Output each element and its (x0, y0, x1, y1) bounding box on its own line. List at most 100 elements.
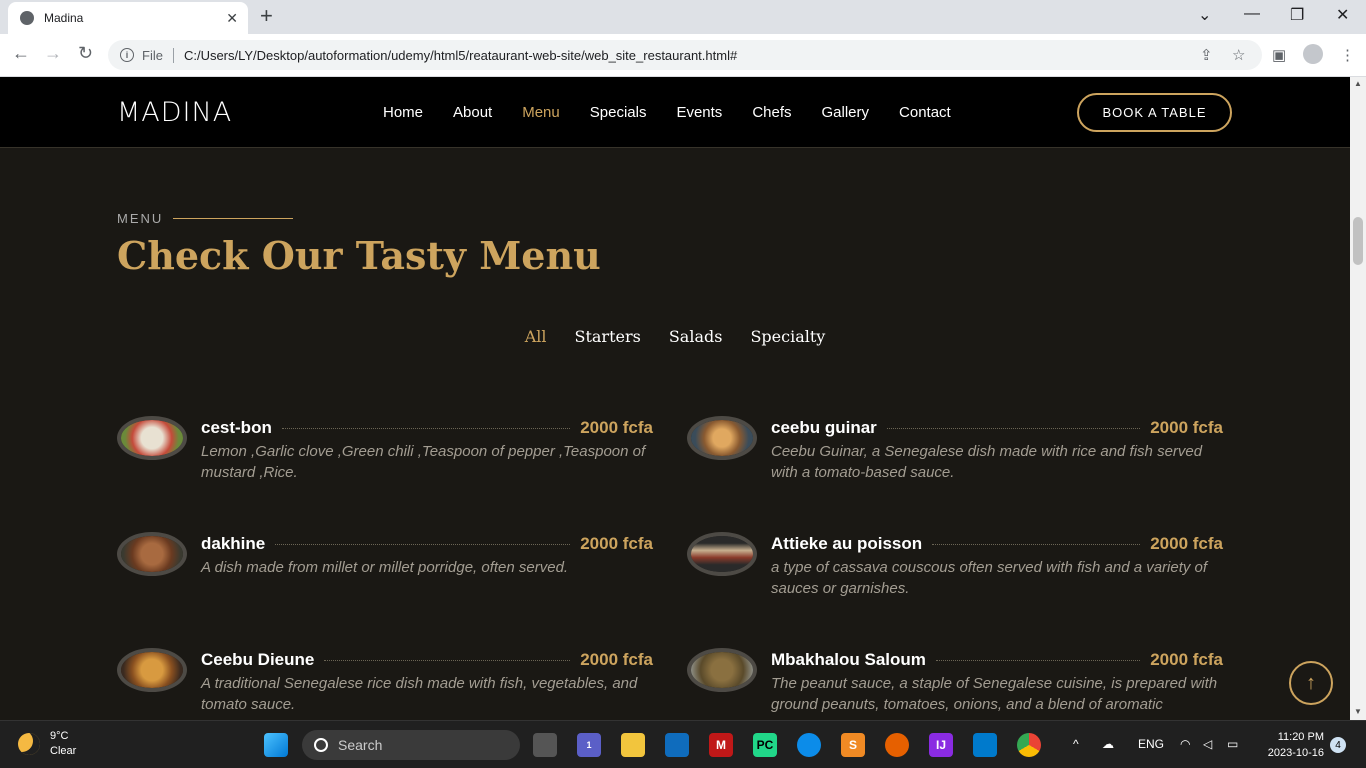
dish-description: Lemon ,Garlic clove ,Green chili ,Teaspo… (201, 443, 646, 481)
onedrive-icon[interactable]: ☁ (1102, 737, 1114, 751)
url-text[interactable]: C:/Users/LY/Desktop/autoformation/udemy/… (184, 48, 737, 63)
menu-item-header: Attieke au poisson 2000 fcfa (771, 534, 1223, 554)
taskbar-search[interactable]: Search (302, 730, 520, 760)
scrollbar-thumb[interactable] (1353, 217, 1363, 265)
share-icon[interactable]: ⇪ (1200, 46, 1213, 64)
menu-item: Ceebu Dieune 2000 fcfa A traditional Sen… (117, 648, 657, 720)
nav-about[interactable]: About (453, 104, 492, 121)
windows-start-icon[interactable] (264, 733, 288, 757)
volume-icon[interactable]: ◁ (1203, 737, 1212, 751)
ms-store-icon[interactable] (665, 733, 689, 757)
menu-item-header: Mbakhalou Saloum 2000 fcfa (771, 650, 1223, 670)
menu-item-header: Ceebu Dieune 2000 fcfa (201, 650, 653, 670)
dotted-leader (275, 543, 571, 545)
dish-name[interactable]: dakhine (201, 534, 265, 554)
page-scrollbar[interactable]: ▲ ▼ (1350, 77, 1366, 720)
intellij-icon[interactable]: IJ (929, 733, 953, 757)
dish-name[interactable]: Mbakhalou Saloum (771, 650, 926, 670)
taskbar-search-placeholder: Search (338, 737, 383, 753)
filter-specialty[interactable]: Specialty (750, 327, 825, 346)
weather-widget[interactable]: 9°C Clear (18, 729, 76, 759)
nav-gallery[interactable]: Gallery (822, 104, 870, 121)
task-view-icon[interactable] (533, 733, 557, 757)
side-panel-icon[interactable]: ▣ (1272, 46, 1286, 64)
battery-icon[interactable]: ▭ (1227, 737, 1238, 751)
dish-price: 2000 fcfa (1150, 534, 1223, 553)
menu-item: Attieke au poisson 2000 fcfa a type of c… (687, 532, 1227, 612)
forward-button[interactable]: → (44, 43, 62, 64)
menu-item: cest-bon 2000 fcfa Lemon ,Garlic clove ,… (117, 416, 657, 496)
profile-avatar[interactable] (1303, 44, 1323, 64)
tab-close-icon[interactable]: ✕ (226, 10, 238, 27)
filter-all[interactable]: All (525, 327, 547, 346)
browser-tab[interactable]: Madina ✕ (8, 2, 248, 34)
dish-image (687, 532, 757, 576)
dotted-leader (932, 543, 1141, 545)
dish-image (687, 416, 757, 460)
site-logo[interactable]: MADINA (117, 97, 232, 128)
scroll-down-icon[interactable]: ▼ (1354, 707, 1362, 716)
windows-taskbar: 9°C Clear Search 1 M PC S IJ ^ ☁ ENG ◠ ◁… (0, 720, 1366, 768)
dish-photo (691, 652, 753, 688)
search-icon (314, 738, 328, 752)
tray-overflow-icon[interactable]: ^ (1073, 737, 1079, 751)
system-clock[interactable]: 11:20 PM 2023-10-16 (1258, 729, 1324, 761)
nav-chefs[interactable]: Chefs (752, 104, 791, 121)
dish-price: 2000 fcfa (580, 534, 653, 553)
nav-menu[interactable]: Menu (522, 104, 560, 121)
nav-home[interactable]: Home (383, 104, 423, 121)
dotted-leader (324, 659, 571, 661)
dish-name[interactable]: cest-bon (201, 418, 272, 438)
nav-contact[interactable]: Contact (899, 104, 951, 121)
weather-description: Clear (50, 745, 77, 757)
minimize-button[interactable]: — (1244, 5, 1260, 23)
chrome-icon[interactable] (1017, 733, 1041, 757)
dish-name[interactable]: ceebu guinar (771, 418, 877, 438)
book-table-button[interactable]: BOOK A TABLE (1077, 93, 1232, 132)
close-window-button[interactable]: ✕ (1336, 5, 1349, 25)
nav-events[interactable]: Events (676, 104, 722, 121)
dish-photo (121, 420, 183, 456)
dish-photo (121, 536, 183, 572)
sublime-icon[interactable]: S (841, 733, 865, 757)
filter-salads[interactable]: Salads (669, 327, 723, 346)
tab-search-icon[interactable]: ⌄ (1198, 5, 1211, 25)
edge-icon[interactable] (797, 733, 821, 757)
dotted-leader (886, 427, 1141, 429)
file-explorer-icon[interactable] (621, 733, 645, 757)
menu-item-header: cest-bon 2000 fcfa (201, 418, 653, 438)
language-indicator[interactable]: ENG (1138, 737, 1164, 751)
more-menu-icon[interactable]: ⋮ (1340, 46, 1355, 64)
nav-specials[interactable]: Specials (590, 104, 647, 121)
pycharm-icon[interactable]: PC (753, 733, 777, 757)
dish-photo (691, 536, 753, 572)
new-tab-button[interactable]: + (260, 5, 273, 27)
back-to-top-button[interactable]: ↑ (1289, 661, 1333, 705)
dotted-leader (935, 659, 1141, 661)
info-icon[interactable]: i (120, 48, 134, 62)
section-label-line (173, 218, 294, 219)
address-bar[interactable]: i File C:/Users/LY/Desktop/autoformation… (108, 40, 1262, 70)
dish-name[interactable]: Attieke au poisson (771, 534, 922, 554)
dish-name[interactable]: Ceebu Dieune (201, 650, 314, 670)
filter-starters[interactable]: Starters (574, 327, 640, 346)
dotted-leader (281, 427, 571, 429)
firefox-icon[interactable] (885, 733, 909, 757)
dish-description: A traditional Senegalese rice dish made … (201, 675, 638, 713)
dish-description: Ceebu Guinar, a Senegalese dish made wit… (771, 443, 1203, 481)
back-button[interactable]: ← (12, 43, 30, 64)
dish-description: The peanut sauce, a staple of Senegalese… (771, 675, 1218, 713)
scroll-up-icon[interactable]: ▲ (1354, 79, 1362, 88)
dish-price: 2000 fcfa (580, 650, 653, 669)
star-icon[interactable]: ☆ (1232, 46, 1245, 64)
teams-icon[interactable]: 1 (577, 733, 601, 757)
wifi-icon[interactable]: ◠ (1180, 737, 1190, 751)
notification-badge[interactable]: 4 (1330, 737, 1346, 753)
maximize-button[interactable]: ❐ (1290, 5, 1304, 25)
dish-image (117, 416, 187, 460)
vscode-icon[interactable] (973, 733, 997, 757)
dish-price: 2000 fcfa (580, 418, 653, 437)
file-label: File (142, 47, 174, 63)
reload-button[interactable]: ↻ (78, 43, 93, 64)
mcafee-icon[interactable]: M (709, 733, 733, 757)
